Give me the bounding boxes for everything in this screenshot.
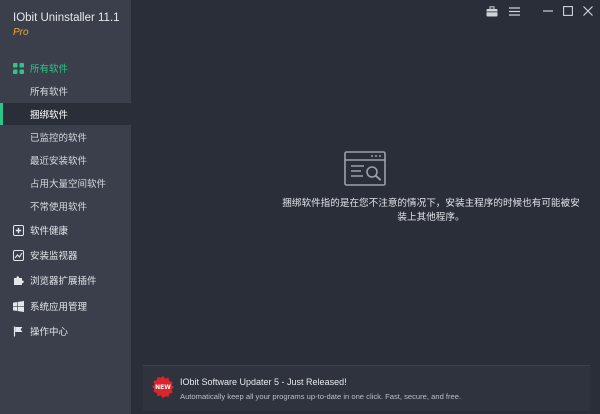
sidebar-item-browser-extensions[interactable]: 浏览器扩展插件 (0, 269, 131, 291)
puzzle-icon (12, 274, 24, 286)
maximize-icon[interactable] (561, 4, 575, 18)
sidebar-item-install-monitor[interactable]: 安装监视器 (0, 244, 131, 266)
sidebar-item-label: 软件健康 (30, 226, 69, 237)
app-title: IObit Uninstaller 11.1 (13, 12, 120, 24)
main-panel: 捆绑软件指的是在您不注意的情况下，安装主程序的时候也有可能被安装上其他程序。 (131, 0, 600, 414)
subitem-rarely-used[interactable]: 不常使用软件 (0, 195, 131, 217)
svg-text:NEW: NEW (155, 384, 171, 391)
flag-icon (12, 325, 24, 337)
sidebar-item-label: 所有软件 (30, 64, 69, 75)
promo-banner[interactable]: NEW IObit Software Updater 5 - Just Rele… (143, 365, 590, 411)
sidebar-item-action-center[interactable]: 操作中心 (0, 320, 131, 342)
sidebar-item-system-apps[interactable]: 系统应用管理 (0, 295, 131, 317)
menu-icon[interactable] (507, 4, 521, 18)
subitem-monitored-software[interactable]: 已监控的软件 (0, 126, 131, 148)
sidebar-item-label: 操作中心 (30, 327, 69, 338)
toolbox-icon[interactable] (485, 4, 499, 18)
new-badge-icon: NEW (152, 376, 174, 398)
sidebar-item-label: 安装监视器 (30, 251, 78, 262)
sidebar-item-label: 浏览器扩展插件 (30, 276, 97, 287)
subitem-bundled-software[interactable]: 捆绑软件 (0, 103, 131, 125)
sidebar: IObit Uninstaller 11.1 Pro 所有软件 所有软件 捆绑软… (0, 0, 131, 414)
plus-box-icon (12, 224, 24, 236)
empty-state-message: 捆绑软件指的是在您不注意的情况下，安装主程序的时候也有可能被安装上其他程序。 (282, 198, 580, 223)
empty-state-search-window-icon (344, 151, 386, 186)
app-edition: Pro (13, 27, 29, 38)
monitor-chart-icon (12, 249, 24, 261)
windows-icon (12, 300, 24, 312)
subitem-large-software[interactable]: 占用大量空间软件 (0, 172, 131, 194)
close-icon[interactable] (581, 4, 595, 18)
banner-description: Automatically keep all your programs up-… (180, 392, 462, 401)
subitem-all-software[interactable]: 所有软件 (0, 80, 131, 102)
grid-icon (12, 62, 24, 74)
minimize-icon[interactable] (541, 4, 555, 18)
banner-title[interactable]: IObit Software Updater 5 - Just Released… (180, 377, 347, 387)
sidebar-item-all-software[interactable]: 所有软件 (0, 57, 131, 79)
sidebar-item-software-health[interactable]: 软件健康 (0, 219, 131, 241)
subitem-recently-installed[interactable]: 最近安装软件 (0, 149, 131, 171)
sidebar-item-label: 系统应用管理 (30, 302, 88, 313)
